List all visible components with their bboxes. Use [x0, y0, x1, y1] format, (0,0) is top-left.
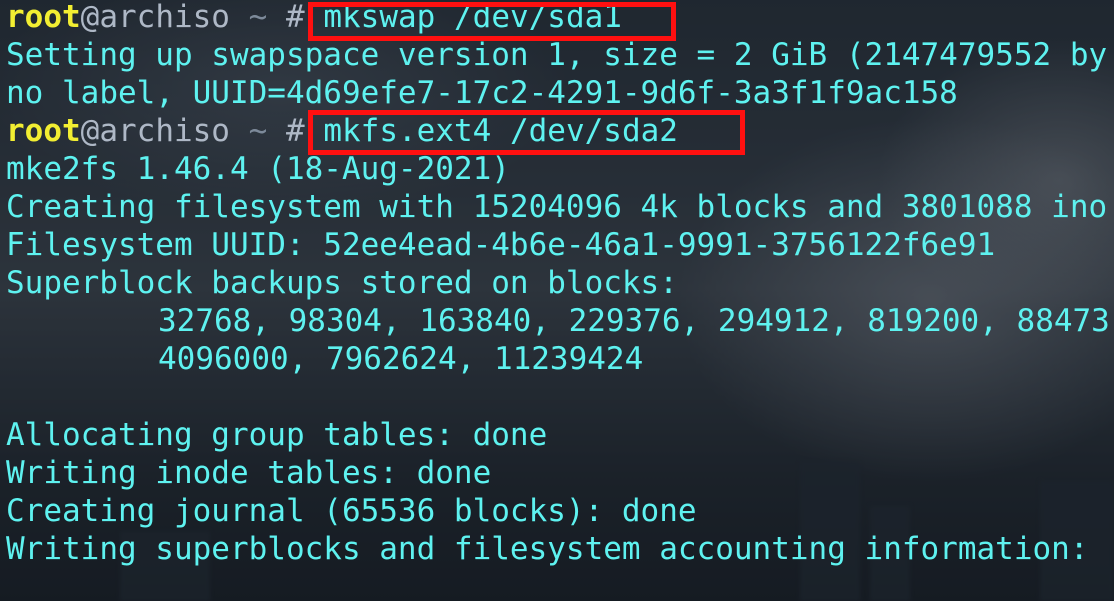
output-line: Writing inode tables: done	[6, 455, 492, 491]
prompt-symbol: #	[286, 113, 305, 149]
prompt-host: archiso	[99, 113, 230, 149]
output-line: Writing superblocks and filesystem accou…	[6, 531, 1089, 567]
output-line: Setting up swapspace version 1, size = 2…	[6, 37, 1108, 73]
output-line: 4096000, 7962624, 11239424	[158, 341, 644, 377]
output-line: Superblock backups stored on blocks:	[6, 265, 678, 301]
prompt-cwd: ~	[248, 0, 268, 35]
prompt-symbol: #	[286, 0, 305, 35]
prompt-host: archiso	[99, 0, 230, 35]
output-line: Allocating group tables: done	[6, 417, 548, 453]
output-line: no label, UUID=4d69efe7-17c2-4291-9d6f-3…	[6, 75, 958, 111]
prompt-cwd: ~	[248, 113, 268, 149]
output-line: mke2fs 1.46.4 (18-Aug-2021)	[6, 151, 510, 187]
output-line: Creating journal (65536 blocks): done	[6, 493, 697, 529]
prompt-at: @	[80, 0, 100, 35]
output-line: Creating filesystem with 15204096 4k blo…	[6, 189, 1108, 225]
output-line: 32768, 98304, 163840, 229376, 294912, 81…	[158, 303, 1110, 339]
highlight-box-mkswap	[308, 2, 676, 41]
prompt-at: @	[80, 113, 100, 149]
highlight-box-mkfs	[308, 110, 745, 155]
prompt-user: root	[6, 113, 81, 149]
output-line: Filesystem UUID: 52ee4ead-4b6e-46a1-9991…	[6, 227, 996, 263]
terminal-window[interactable]: root@archiso ~ # mkswap /dev/sda1 Settin…	[0, 0, 1114, 601]
prompt-user: root	[6, 0, 81, 35]
